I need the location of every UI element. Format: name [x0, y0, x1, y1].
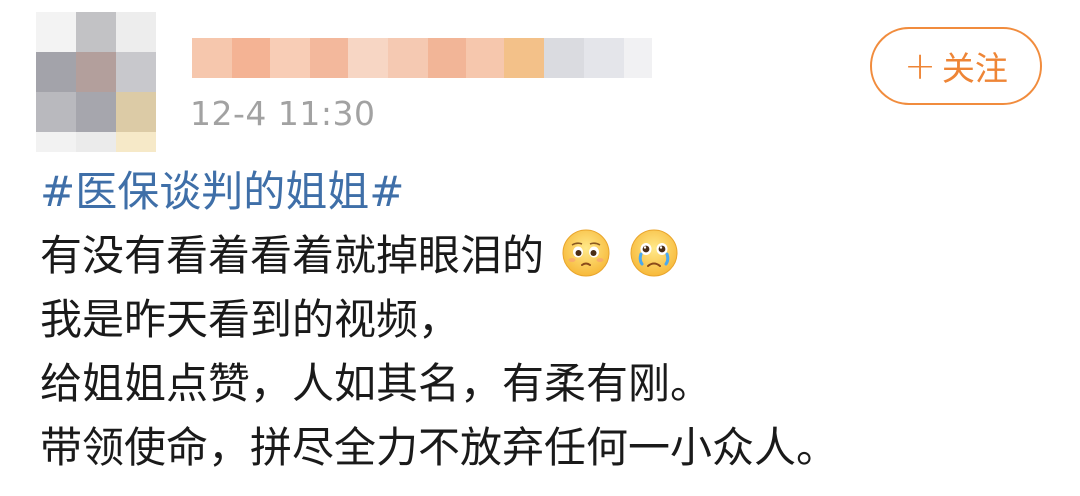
post-text: 有没有看着看着就掉眼泪的	[40, 231, 545, 280]
username-pixel	[504, 38, 544, 78]
post-text: 带领使命，拼尽全力不放弃任何一小众人。	[40, 423, 839, 472]
avatar-pixel	[116, 132, 156, 152]
plus-icon: +	[904, 44, 936, 88]
avatar-pixel	[36, 52, 76, 92]
username-pixel	[466, 38, 504, 78]
pleading-face-icon	[562, 229, 610, 277]
avatar-pixel	[76, 132, 116, 152]
post-line-hashtag: #医保谈判的姐姐#	[40, 160, 1060, 224]
post-line: 带领使命，拼尽全力不放弃任何一小众人。	[40, 416, 1060, 480]
username-pixel	[428, 38, 466, 78]
avatar[interactable]	[36, 12, 156, 152]
follow-button[interactable]: + 关注	[870, 27, 1042, 105]
avatar-pixel	[36, 12, 76, 52]
username-pixel	[624, 38, 652, 78]
avatar-pixel	[116, 12, 156, 52]
username-obscured[interactable]	[192, 38, 652, 78]
avatar-pixel	[76, 52, 116, 92]
avatar-pixel	[36, 132, 76, 152]
post-line: 有没有看着看着就掉眼泪的	[40, 224, 1060, 288]
username-pixel	[270, 38, 310, 78]
avatar-pixel	[116, 92, 156, 132]
post-text: 我是昨天看到的视频，	[40, 295, 461, 344]
avatar-pixel	[76, 92, 116, 132]
avatar-pixel	[116, 52, 156, 92]
crying-face-icon	[630, 229, 678, 277]
post-content: #医保谈判的姐姐# 有没有看着看着就掉眼泪的 我是昨天看到的视频， 给姐姐点赞，…	[40, 160, 1060, 480]
username-pixel	[348, 38, 388, 78]
username-pixel	[192, 38, 232, 78]
avatar-pixel	[36, 92, 76, 132]
post-timestamp: 12-4 11:30	[190, 94, 376, 133]
post-line: 我是昨天看到的视频，	[40, 288, 1060, 352]
username-pixel	[544, 38, 584, 78]
avatar-pixel	[76, 12, 116, 52]
username-pixel	[388, 38, 428, 78]
hashtag-link[interactable]: #医保谈判的姐姐#	[40, 167, 404, 216]
username-pixel	[232, 38, 270, 78]
username-pixel	[310, 38, 348, 78]
post-text: 给姐姐点赞，人如其名，有柔有刚。	[40, 359, 713, 408]
username-pixel	[584, 38, 624, 78]
post-line: 给姐姐点赞，人如其名，有柔有刚。	[40, 352, 1060, 416]
follow-button-label: 关注	[941, 49, 1008, 88]
